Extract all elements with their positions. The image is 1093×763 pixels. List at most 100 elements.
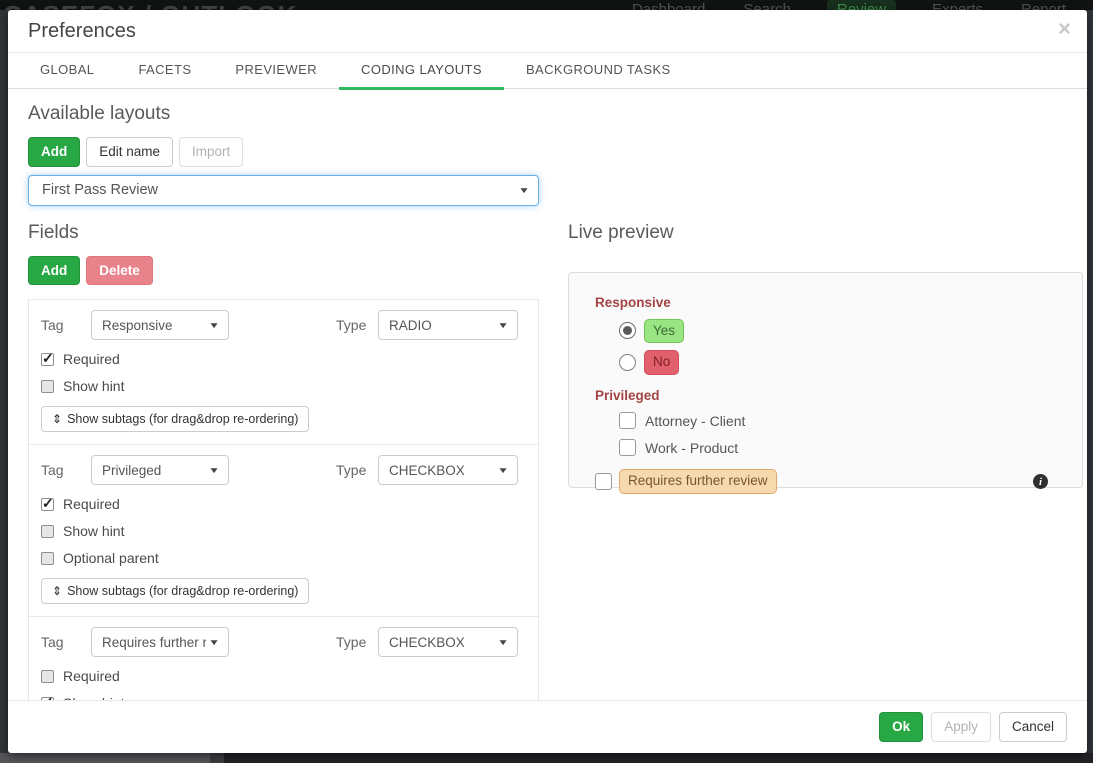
app-logo: CASEFOX / OUTLOOK [3,0,297,10]
modal-title: Preferences [28,20,136,43]
import-button[interactable]: Import [179,137,243,167]
preferences-modal: Preferences × GLOBAL FACETS PREVIEWER CO… [8,10,1087,753]
chip-yes[interactable]: Yes [644,319,684,344]
preview-requires-further-review-row: Requires further review i [595,469,1056,494]
type-select-value: CHECKBOX [389,635,495,650]
checkbox-label: Required [63,351,120,367]
checkbox-label: Show hint [63,523,124,539]
modal-header: Preferences × [8,10,1087,53]
nav-item-search[interactable]: Search [741,0,793,10]
background-page-header: CASEFOX / OUTLOOK Dashboard Search Revie… [0,0,1093,10]
caret-down-icon: ▼ [497,637,509,647]
fields-column: Fields Add Delete Tag Responsive ▼ [28,222,539,701]
field-card-privileged: Tag Privileged ▼ Type CHECKBOX ▼ [28,444,539,617]
close-icon[interactable]: × [1058,18,1071,40]
required-option: Required [41,496,526,512]
type-select-value: CHECKBOX [389,463,495,478]
tag-label: Tag [41,462,91,478]
tab-global[interactable]: GLOBAL [18,53,116,90]
type-select[interactable]: CHECKBOX ▼ [378,455,518,485]
preview-checkbox-attorney-client: Attorney - Client [595,412,1056,429]
tab-coding-layouts[interactable]: CODING LAYOUTS [339,53,504,90]
background-divider-strip [210,753,224,763]
optional-parent-option: Optional parent [41,550,526,566]
show-hint-checkbox[interactable] [41,380,54,393]
nav-item-experts[interactable]: Experts [930,0,985,10]
modal-body: Available layouts Add Edit name Import F… [8,89,1087,700]
layout-select-value: First Pass Review [39,182,516,198]
background-page-bottom [0,753,1093,763]
preview-radio-option-no: No [595,350,1056,375]
tag-label: Tag [41,634,91,650]
tag-select[interactable]: Privileged ▼ [91,455,229,485]
show-hint-checkbox[interactable] [41,525,54,538]
required-option: Required [41,351,526,367]
checkbox-label: Attorney - Client [645,413,745,429]
add-field-button[interactable]: Add [28,256,80,286]
chip-requires-further-review[interactable]: Requires further review [619,469,777,494]
radio-no[interactable] [619,354,636,371]
caret-down-icon: ▼ [208,320,220,330]
apply-button[interactable]: Apply [931,712,991,742]
caret-down-icon: ▼ [208,465,220,475]
tab-previewer[interactable]: PREVIEWER [213,53,339,90]
caret-down-icon: ▼ [497,320,509,330]
tag-select-value: Requires further review [102,635,206,650]
preferences-tabs: GLOBAL FACETS PREVIEWER CODING LAYOUTS B… [8,53,1087,89]
caret-down-icon: ▼ [518,185,530,195]
optional-parent-checkbox[interactable] [41,552,54,565]
tag-select-value: Privileged [102,463,206,478]
radio-yes[interactable] [619,322,636,339]
preview-group-label-responsive: Responsive [595,295,1056,310]
layouts-toolbar: Add Edit name Import [28,137,1067,167]
layout-select[interactable]: First Pass Review ▼ [28,175,539,206]
tab-background-tasks[interactable]: BACKGROUND TASKS [504,53,693,90]
preview-group-label-privileged: Privileged [595,388,1056,403]
tab-facets[interactable]: FACETS [116,53,213,90]
checkbox-label: Required [63,668,120,684]
cancel-button[interactable]: Cancel [999,712,1067,742]
show-hint-option: Show hint [41,523,526,539]
required-checkbox[interactable] [41,353,54,366]
edit-name-button[interactable]: Edit name [86,137,173,167]
updown-sort-icon: ⇕ [52,412,62,426]
updown-sort-icon: ⇕ [52,584,62,598]
add-layout-button[interactable]: Add [28,137,80,167]
attorney-client-checkbox[interactable] [619,412,636,429]
show-hint-option: Show hint [41,378,526,394]
background-nav: Dashboard Search Review Experts Report [630,0,1068,10]
background-sidebar-strip [0,753,210,763]
nav-item-review[interactable]: Review [827,0,896,10]
nav-item-dashboard[interactable]: Dashboard [630,0,707,10]
show-hint-option: Show hint [41,695,526,700]
tag-type-row: Tag Requires further review ▼ Type CHECK… [41,627,526,657]
tag-select-value: Responsive [102,318,206,333]
requires-further-review-checkbox[interactable] [595,473,612,490]
required-option: Required [41,668,526,684]
show-subtags-label: Show subtags (for drag&drop re-ordering) [67,584,298,598]
ok-button[interactable]: Ok [879,712,923,742]
required-checkbox[interactable] [41,670,54,683]
chip-no[interactable]: No [644,350,679,375]
show-hint-checkbox[interactable] [41,697,54,701]
tag-select[interactable]: Requires further review ▼ [91,627,229,657]
checkbox-label: Required [63,496,120,512]
type-select[interactable]: RADIO ▼ [378,310,518,340]
checkbox-label: Show hint [63,695,124,700]
required-checkbox[interactable] [41,498,54,511]
show-subtags-button[interactable]: ⇕ Show subtags (for drag&drop re-orderin… [41,406,309,432]
type-select[interactable]: CHECKBOX ▼ [378,627,518,657]
work-product-checkbox[interactable] [619,439,636,456]
checkbox-label: Optional parent [63,550,159,566]
live-preview-card: Responsive Yes No Privileged Attorney - … [568,272,1083,488]
nav-item-report[interactable]: Report [1019,0,1068,10]
info-icon[interactable]: i [1033,474,1048,489]
show-subtags-button[interactable]: ⇕ Show subtags (for drag&drop re-orderin… [41,578,309,604]
caret-down-icon: ▼ [497,465,509,475]
available-layouts-heading: Available layouts [28,103,1067,125]
tag-label: Tag [41,317,91,333]
field-card-responsive: Tag Responsive ▼ Type RADIO ▼ [28,299,539,445]
delete-field-button[interactable]: Delete [86,256,153,286]
tag-select[interactable]: Responsive ▼ [91,310,229,340]
fields-toolbar: Add Delete [28,256,539,286]
